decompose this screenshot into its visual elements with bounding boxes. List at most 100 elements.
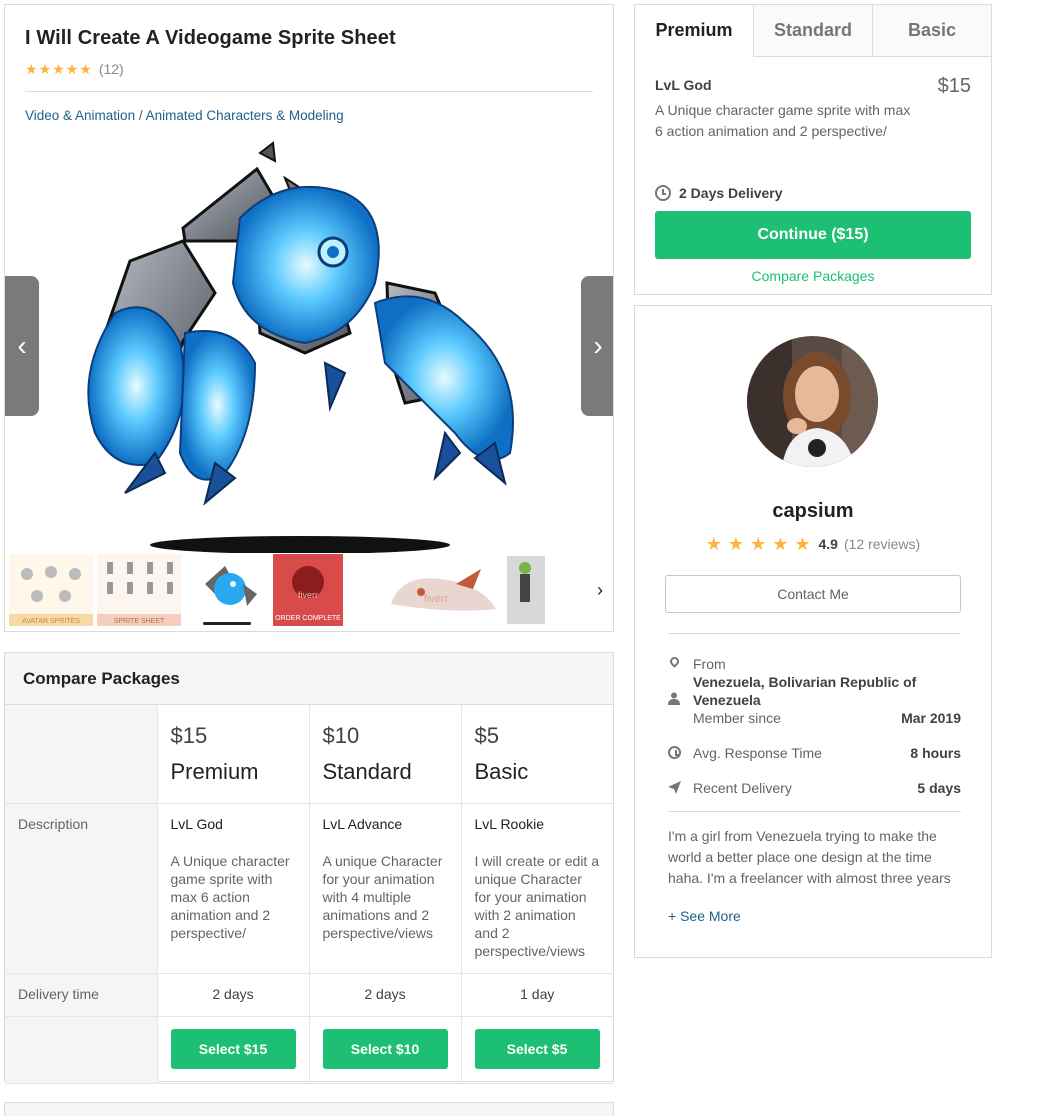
gallery-main-image: ‹ › [5, 133, 613, 553]
clock-icon [655, 185, 671, 201]
seller-from: From [668, 655, 961, 674]
package-header-basic: $5 Basic [461, 705, 613, 804]
thumbnail-green-character[interactable] [505, 554, 565, 626]
package-title: LvL God [655, 77, 712, 93]
breadcrumb-subcategory[interactable]: Animated Characters & Modeling [146, 108, 344, 123]
stat-label: From [693, 656, 726, 672]
stat-label: Member since [693, 710, 781, 726]
select-basic-button[interactable]: Select $5 [474, 1029, 600, 1069]
delivery-time: 2 days [309, 973, 462, 1017]
seller-name[interactable]: capsium [635, 500, 991, 523]
package-header-standard: $10 Standard [309, 705, 462, 804]
thumb-text: ORDER COMPLETE [275, 615, 341, 622]
package-tabs: Premium Standard Basic [635, 5, 991, 57]
see-more-link[interactable]: + See More [668, 908, 741, 924]
review-count[interactable]: (12 reviews) [844, 536, 920, 552]
star-icon: ★ [794, 534, 811, 554]
stat-label: Avg. Response Time [693, 745, 822, 761]
table-row: Delivery time 2 days 2 days 1 day [5, 973, 613, 1017]
dragon-skull-image: fiverr [361, 554, 501, 626]
package-price: $15 [937, 75, 971, 97]
chevron-right-icon[interactable]: › [597, 580, 603, 601]
package-details: LvL God $15 A Unique character game spri… [635, 75, 991, 284]
contact-me-button[interactable]: Contact Me [665, 575, 961, 613]
user-icon-glyph [668, 692, 680, 705]
row-label: Delivery time [5, 973, 158, 1017]
thumb-text: fiverr [424, 593, 449, 605]
table-cell [5, 1016, 158, 1084]
divider [668, 633, 961, 634]
continue-button[interactable]: Continue ($15) [655, 211, 971, 259]
compare-packages-link[interactable]: Compare Packages [655, 268, 971, 284]
gig-rating: ★ ★ ★ ★ ★ (12) [25, 61, 124, 77]
avatar[interactable] [747, 336, 878, 467]
rating-score: 4.9 [818, 536, 838, 552]
seller-recent-delivery: Recent Delivery 5 days [668, 780, 961, 798]
gig-gallery-panel: I Will Create A Videogame Sprite Sheet ★… [4, 4, 614, 632]
gallery-prev-button[interactable]: ‹ [5, 276, 39, 416]
tab-basic[interactable]: Basic [872, 5, 991, 56]
stat-value: Mar 2019 [901, 710, 961, 726]
compare-packages-table: Compare Packages $15 Premium $10 Standar… [4, 652, 614, 1084]
thumb-text: SPRITE SHEET [114, 618, 165, 625]
compare-heading: Compare Packages [5, 653, 613, 705]
divider [25, 91, 593, 92]
gallery-next-button[interactable]: › [581, 276, 613, 416]
clock-icon [668, 746, 682, 760]
rating-count: (12) [98, 61, 124, 77]
table-cell: Select $15 [157, 1016, 310, 1084]
breadcrumb: Video & Animation / Animated Characters … [25, 108, 344, 123]
star-icon: ★ [79, 61, 92, 77]
package-description-premium: LvL God A Unique character game sprite w… [157, 803, 310, 974]
chevron-right-icon: › [593, 330, 603, 361]
location-pin-icon [668, 655, 682, 671]
package-title: LvL Advance [322, 816, 403, 832]
delivery-time: 1 day [461, 973, 613, 1017]
star-icon: ★ [52, 61, 65, 77]
tab-premium[interactable]: Premium [635, 5, 753, 57]
thumbnail-sprite-sheet[interactable]: SPRITE SHEET [97, 554, 181, 626]
row-label: Description [5, 803, 158, 974]
thumbnail-blue-monster[interactable] [185, 554, 269, 626]
package-name: Standard [322, 759, 412, 784]
thumbnail-avatar-sprites[interactable]: AVATAR SPRITES [9, 554, 93, 626]
blue-monster-image [185, 554, 269, 626]
package-title: LvL God [170, 816, 223, 832]
gig-title: I Will Create A Videogame Sprite Sheet [25, 27, 396, 49]
table-cell: Select $5 [461, 1016, 613, 1084]
select-premium-button[interactable]: Select $15 [170, 1029, 296, 1069]
select-standard-button[interactable]: Select $10 [322, 1029, 448, 1069]
delivery-time: 2 days [157, 973, 310, 1017]
star-icon: ★ [705, 534, 722, 554]
sprite-sheet-image: SPRITE SHEET [97, 554, 181, 626]
star-icon: ★ [750, 534, 767, 554]
thumbnail-dragon-skull[interactable]: fiverr [361, 554, 501, 626]
breadcrumb-separator: / [135, 108, 146, 123]
chevron-left-icon: ‹ [17, 330, 27, 361]
package-price: $15 [170, 723, 208, 748]
seller-rating: ★ ★ ★ ★ ★ 4.9 (12 reviews) [635, 535, 991, 553]
table-row: $15 Premium $10 Standard $5 Basic [5, 705, 613, 804]
seller-member-since [668, 691, 961, 709]
star-icon: ★ [25, 61, 38, 77]
thumbnail-order-complete[interactable]: fiverr ORDER COMPLETE [273, 554, 357, 626]
package-name: Premium [170, 759, 259, 784]
package-price: $10 [322, 723, 360, 748]
seller-card: capsium ★ ★ ★ ★ ★ 4.9 (12 reviews) Conta… [634, 305, 992, 958]
seller-photo [747, 336, 878, 467]
package-desc: I will create or edit a unique Character… [474, 853, 600, 959]
packages-table: $15 Premium $10 Standard $5 Basic Descri… [5, 705, 613, 1084]
package-price: $5 [474, 723, 499, 748]
table-cell [5, 705, 158, 804]
order-complete-image: fiverr ORDER COMPLETE [273, 554, 357, 626]
delivery-text: 2 Days Delivery [679, 185, 783, 201]
star-icon: ★ [727, 534, 745, 554]
tab-standard[interactable]: Standard [753, 5, 872, 56]
stat-label: Recent Delivery [693, 780, 792, 796]
star-icon: ★ [38, 61, 52, 77]
paper-plane-glyph [668, 781, 681, 794]
package-description-basic: LvL Rookie I will create or edit a uniqu… [461, 803, 613, 974]
next-section-header [4, 1102, 614, 1116]
breadcrumb-category[interactable]: Video & Animation [25, 108, 135, 123]
user-icon [668, 692, 682, 706]
